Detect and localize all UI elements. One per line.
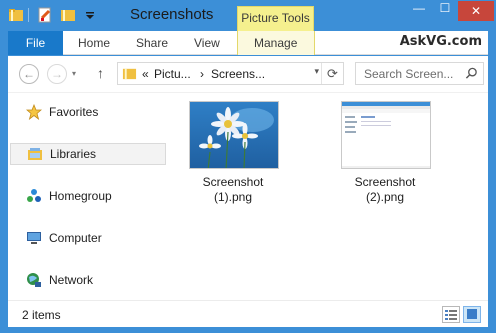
tab-view[interactable]: View — [194, 31, 220, 55]
file-tab[interactable]: File — [8, 31, 63, 55]
content-area: Favorites Libraries Homegroup Computer N… — [8, 92, 488, 301]
maximize-button[interactable]: ☐ — [432, 1, 458, 21]
nav-item-label: Libraries — [50, 147, 97, 161]
window-title: Screenshots — [130, 6, 214, 23]
breadcrumb-screenshots[interactable]: Screens... — [211, 67, 265, 81]
large-icons-view-icon[interactable] — [463, 306, 481, 323]
folder-icon[interactable] — [8, 7, 24, 23]
new-folder-icon[interactable] — [60, 7, 76, 23]
daisies-thumbnail-image — [190, 102, 278, 168]
ribbon-tabs: File Home Share View Manage AskVG.com — [8, 31, 488, 55]
file-name-line2: (1).png — [213, 190, 253, 204]
properties-icon[interactable] — [37, 7, 53, 23]
nav-item-label: Computer — [49, 231, 102, 245]
recent-locations-chevron-icon[interactable]: ▾ — [72, 69, 76, 78]
qat-separator — [28, 8, 29, 22]
nav-item-label: Network — [49, 273, 94, 287]
nav-item-label: Favorites — [49, 105, 99, 119]
askvg-watermark: AskVG.com — [399, 34, 482, 49]
file-name: Screenshot (2).png — [330, 175, 440, 205]
address-bar[interactable]: « Pictu... › Screens... ▾ ⟳ — [117, 62, 344, 85]
nav-item-homegroup[interactable]: Homegroup — [10, 185, 166, 207]
file-list: Screenshot (1).png Screenshot (2).png — [178, 93, 488, 301]
file-name-line1: Screenshot — [354, 175, 416, 189]
tab-manage[interactable]: Manage — [254, 31, 297, 55]
navigation-pane: Favorites Libraries Homegroup Computer N… — [8, 93, 168, 301]
up-button[interactable]: ↑ — [97, 65, 104, 81]
close-button[interactable]: ✕ — [458, 1, 494, 21]
minimize-button[interactable]: — — [406, 1, 432, 21]
nav-item-favorites[interactable]: Favorites — [10, 101, 166, 123]
nav-item-libraries[interactable]: Libraries — [10, 143, 166, 165]
picture-tools-tab-group: Picture Tools — [237, 6, 314, 31]
back-button[interactable]: ← — [19, 64, 39, 84]
nav-item-network[interactable]: Network — [10, 269, 166, 291]
forward-button[interactable]: → — [47, 64, 67, 84]
thumbnail-explorer — [341, 101, 431, 169]
details-view-icon[interactable] — [442, 306, 460, 323]
item-count: 2 items — [22, 308, 61, 322]
breadcrumb-pictures[interactable]: Pictu... — [154, 67, 191, 81]
title-bar: Screenshots Picture Tools — ☐ ✕ — [0, 0, 496, 31]
search-box[interactable]: Search Screen... — [355, 62, 484, 85]
libraries-icon — [28, 148, 42, 160]
breadcrumb-overflow[interactable]: « — [142, 67, 149, 81]
nav-item-label: Homegroup — [49, 189, 112, 203]
file-name: Screenshot (1).png — [178, 175, 288, 205]
status-bar: 2 items — [8, 300, 488, 327]
explorer-window: Screenshots Picture Tools — ☐ ✕ File Hom… — [0, 0, 496, 333]
thumbnail-daisies — [189, 101, 279, 169]
file-name-line2: (2).png — [365, 190, 405, 204]
search-icon[interactable] — [465, 67, 478, 80]
homegroup-icon — [27, 189, 41, 202]
navigation-bar: ← → ▾ ↑ « Pictu... › Screens... ▾ ⟳ Sear… — [8, 56, 488, 92]
qat-customize-icon[interactable] — [82, 7, 98, 23]
computer-icon — [27, 232, 41, 244]
tab-share[interactable]: Share — [136, 31, 168, 55]
file-name-line1: Screenshot — [202, 175, 264, 189]
network-icon — [27, 273, 41, 287]
star-icon — [26, 104, 42, 120]
search-input[interactable]: Search Screen... — [364, 67, 453, 81]
refresh-button[interactable]: ⟳ — [321, 63, 343, 84]
address-dropdown-icon[interactable]: ▾ — [314, 66, 319, 77]
nav-item-computer[interactable]: Computer — [10, 227, 166, 249]
breadcrumb-separator[interactable]: › — [200, 67, 204, 81]
tab-home[interactable]: Home — [78, 31, 110, 55]
folder-icon — [122, 68, 137, 80]
explorer-thumbnail-image — [342, 102, 430, 168]
